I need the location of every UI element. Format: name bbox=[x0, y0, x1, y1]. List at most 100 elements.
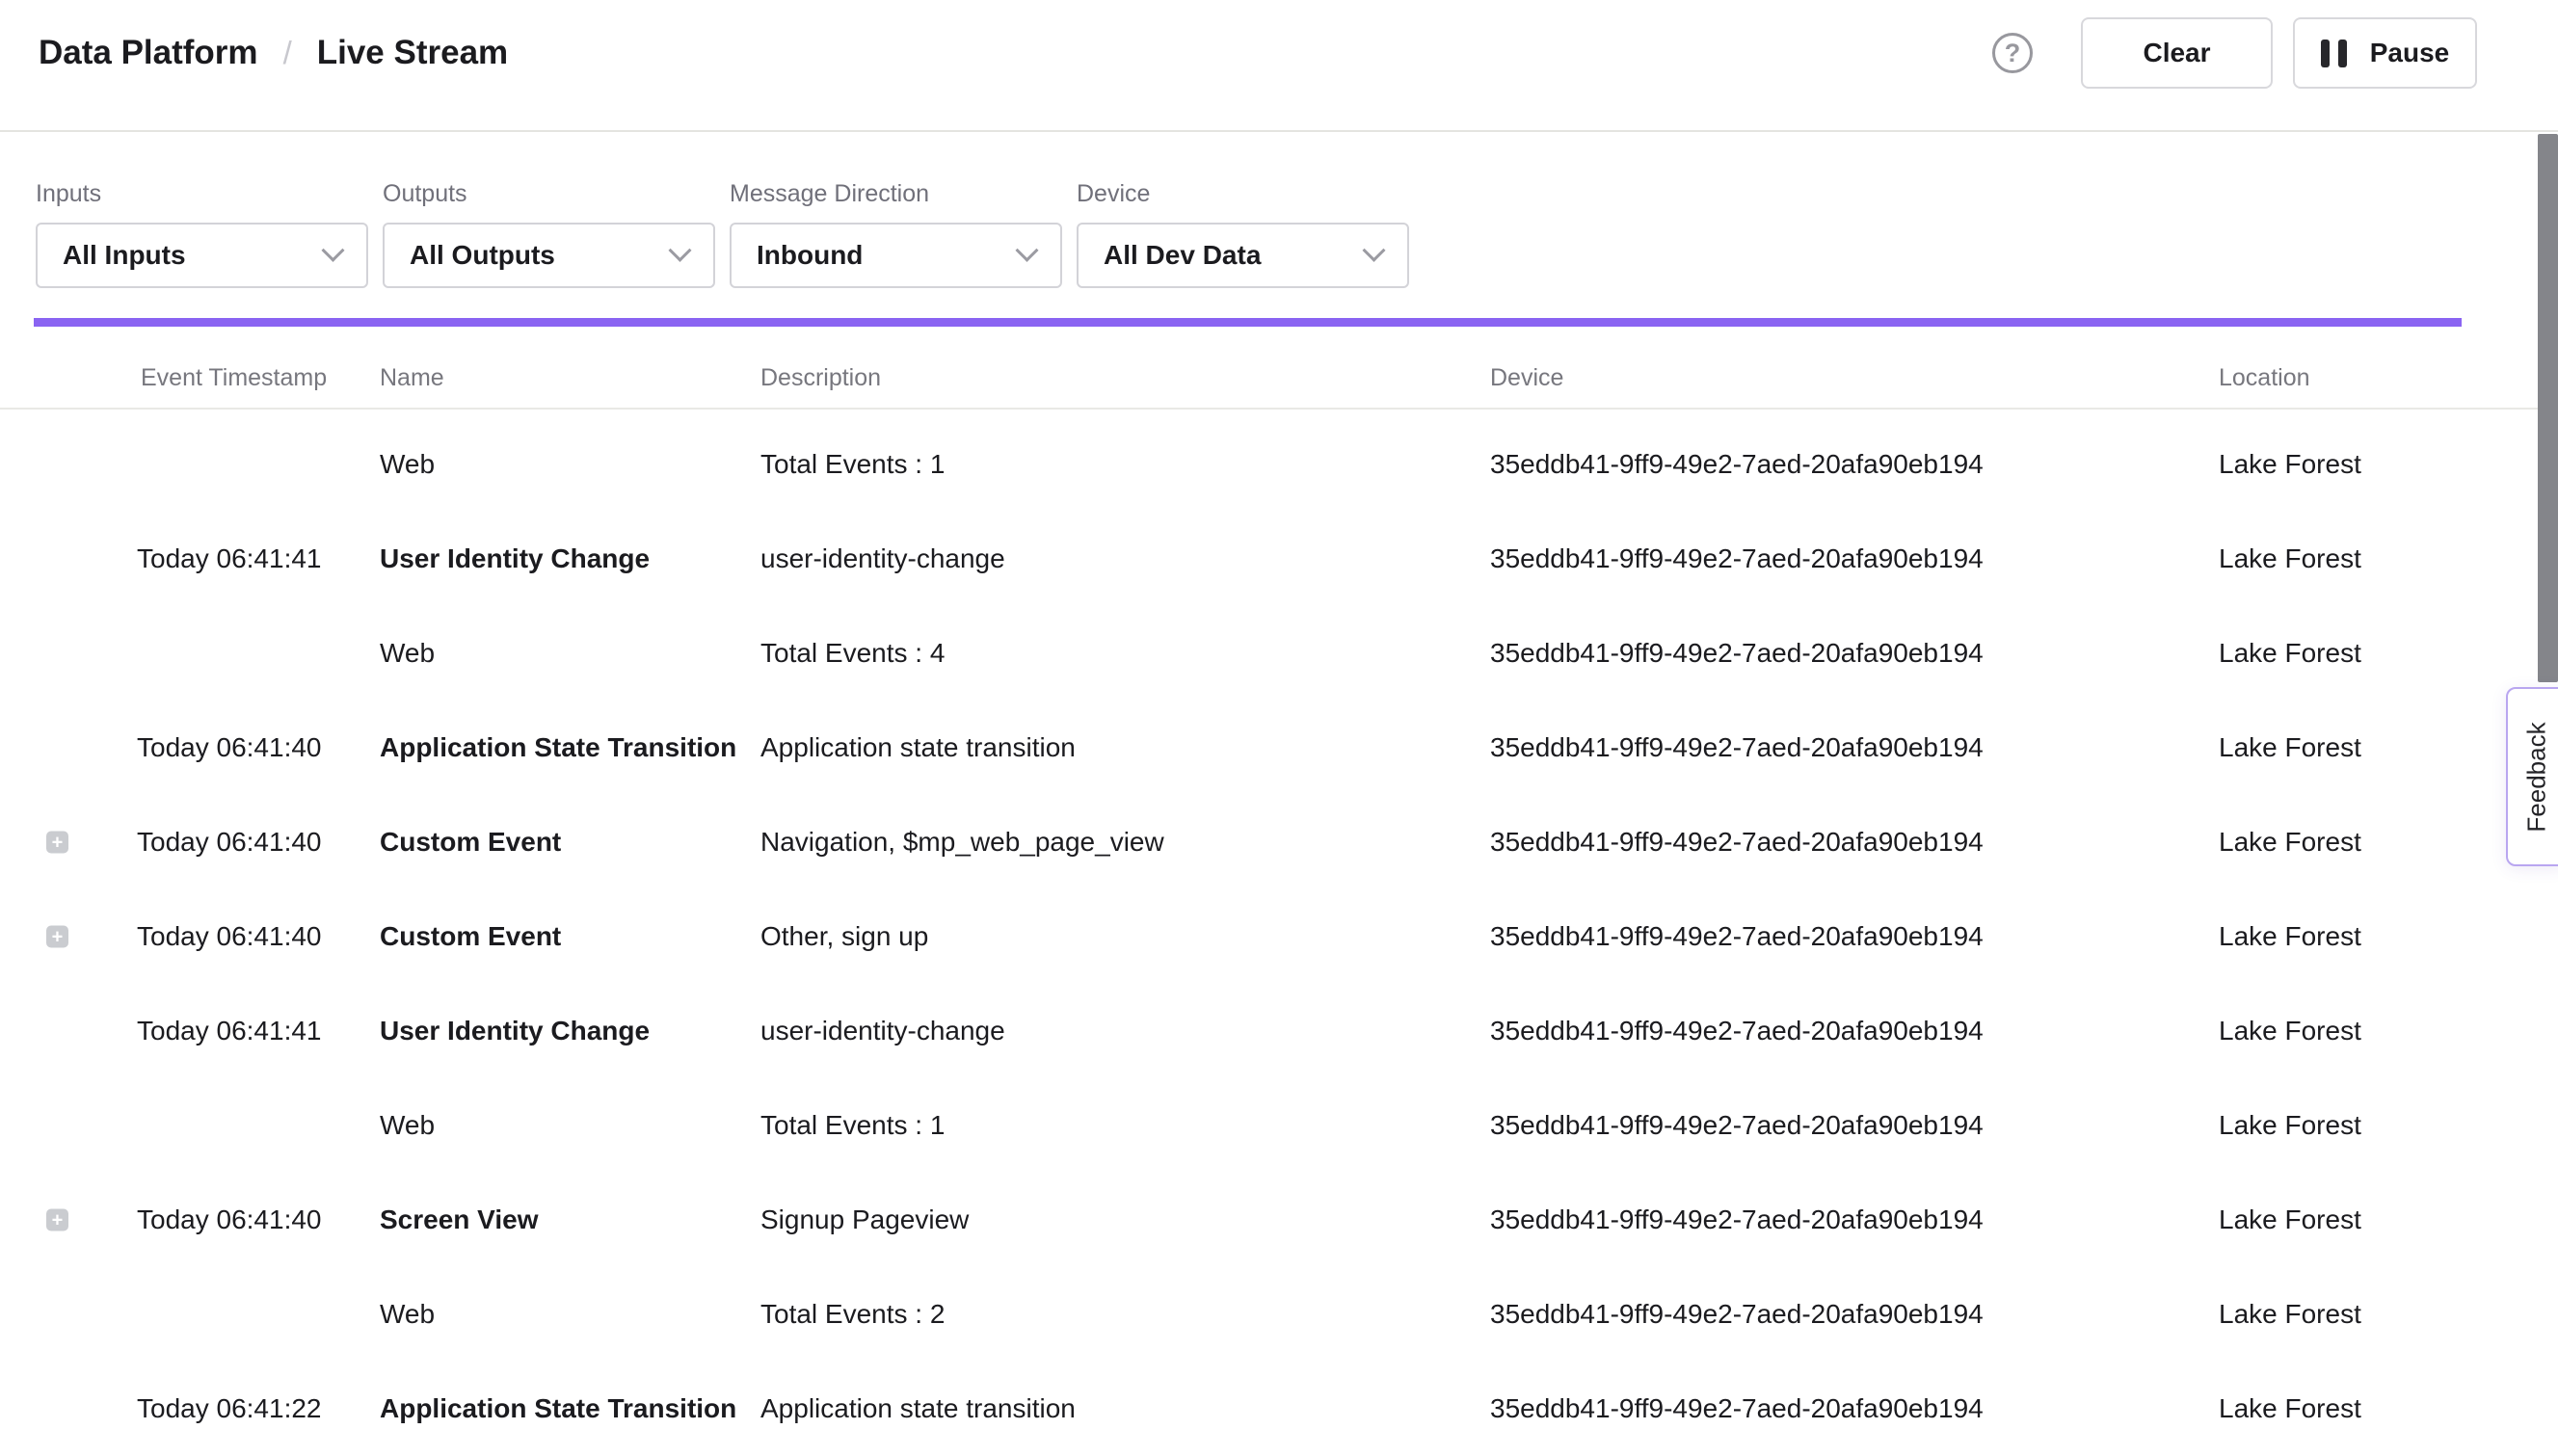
column-header: Device bbox=[1490, 364, 1563, 392]
cell-name: Web bbox=[380, 1299, 435, 1330]
cell-description: Application state transition bbox=[760, 1393, 1076, 1424]
chevron-down-icon bbox=[1362, 238, 1385, 261]
cell-description: user-identity-change bbox=[760, 543, 1005, 574]
cell-description: Application state transition bbox=[760, 732, 1076, 763]
table-row: Web Total Events : 1 35eddb41-9ff9-49e2-… bbox=[0, 417, 2558, 512]
cell-location: Lake Forest bbox=[2219, 449, 2361, 480]
cell-device: 35eddb41-9ff9-49e2-7aed-20afa90eb194 bbox=[1490, 1393, 1984, 1424]
cell-device: 35eddb41-9ff9-49e2-7aed-20afa90eb194 bbox=[1490, 638, 1984, 669]
cell-description: Other, sign up bbox=[760, 921, 928, 952]
table-row: Today 06:41:41 User Identity Change user… bbox=[0, 984, 2558, 1078]
table-row: Today 06:41:41 User Identity Change user… bbox=[0, 512, 2558, 606]
pause-button[interactable]: Pause bbox=[2293, 17, 2477, 89]
filter-dropdown[interactable]: All Dev Data bbox=[1077, 223, 1409, 288]
cell-name: Screen View bbox=[380, 1205, 538, 1235]
cell-name: Web bbox=[380, 1110, 435, 1141]
table-row: + Today 06:41:40 Screen View Signup Page… bbox=[0, 1173, 2558, 1267]
accent-divider bbox=[34, 318, 2462, 327]
column-header: Event Timestamp bbox=[141, 364, 327, 392]
filter-label: Inputs bbox=[36, 180, 368, 208]
cell-device: 35eddb41-9ff9-49e2-7aed-20afa90eb194 bbox=[1490, 921, 1984, 952]
cell-name: User Identity Change bbox=[380, 1016, 650, 1046]
cell-location: Lake Forest bbox=[2219, 1016, 2361, 1046]
cell-name: Web bbox=[380, 638, 435, 669]
filter: Outputs All Outputs bbox=[383, 180, 715, 288]
table-row: + Today 06:41:40 Custom Event Navigation… bbox=[0, 795, 2558, 889]
expand-row-button[interactable]: + bbox=[46, 926, 68, 948]
cell-device: 35eddb41-9ff9-49e2-7aed-20afa90eb194 bbox=[1490, 827, 1984, 858]
filter-dropdown[interactable]: Inbound bbox=[730, 223, 1062, 288]
cell-name: Web bbox=[380, 449, 435, 480]
cell-device: 35eddb41-9ff9-49e2-7aed-20afa90eb194 bbox=[1490, 1205, 1984, 1235]
column-header: Location bbox=[2219, 364, 2310, 392]
filter: Device All Dev Data bbox=[1077, 180, 1409, 288]
filter-label: Message Direction bbox=[730, 180, 1062, 208]
cell-name: Custom Event bbox=[380, 921, 561, 952]
app-header: Data Platform / Live Stream ? Clear Paus… bbox=[0, 0, 2558, 132]
cell-description: Navigation, $mp_web_page_view bbox=[760, 827, 1164, 858]
cell-device: 35eddb41-9ff9-49e2-7aed-20afa90eb194 bbox=[1490, 732, 1984, 763]
column-header: Description bbox=[760, 364, 881, 392]
filters-section: Inputs All Inputs Outputs All Outputs Me… bbox=[0, 134, 2558, 288]
feedback-tab[interactable]: Feedback bbox=[2506, 687, 2558, 866]
breadcrumb-live-stream[interactable]: Live Stream bbox=[317, 34, 508, 72]
cell-location: Lake Forest bbox=[2219, 921, 2361, 952]
chevron-down-icon bbox=[668, 238, 691, 261]
table-body: Web Total Events : 1 35eddb41-9ff9-49e2-… bbox=[0, 410, 2558, 1456]
help-icon[interactable]: ? bbox=[1992, 33, 2033, 73]
cell-description: Total Events : 4 bbox=[760, 638, 945, 669]
filter-dropdown[interactable]: All Outputs bbox=[383, 223, 715, 288]
cell-location: Lake Forest bbox=[2219, 732, 2361, 763]
feedback-tab-label: Feedback bbox=[2522, 722, 2552, 832]
vertical-scrollbar-thumb[interactable] bbox=[2538, 134, 2558, 682]
cell-description: Signup Pageview bbox=[760, 1205, 969, 1235]
pause-button-label: Pause bbox=[2370, 38, 2450, 68]
table-row: Web Total Events : 1 35eddb41-9ff9-49e2-… bbox=[0, 1078, 2558, 1173]
clear-button[interactable]: Clear bbox=[2081, 17, 2273, 89]
table-row: Today 06:41:40 Application State Transit… bbox=[0, 701, 2558, 795]
cell-location: Lake Forest bbox=[2219, 1393, 2361, 1424]
breadcrumb-data-platform[interactable]: Data Platform bbox=[39, 34, 258, 72]
column-header: Name bbox=[380, 364, 444, 392]
table-row: + Today 06:41:40 Custom Event Other, sig… bbox=[0, 889, 2558, 984]
filter: Inputs All Inputs bbox=[36, 180, 368, 288]
cell-location: Lake Forest bbox=[2219, 827, 2361, 858]
cell-device: 35eddb41-9ff9-49e2-7aed-20afa90eb194 bbox=[1490, 1016, 1984, 1046]
chevron-down-icon bbox=[1015, 238, 1038, 261]
cell-name: Application State Transition bbox=[380, 1393, 736, 1424]
cell-location: Lake Forest bbox=[2219, 1299, 2361, 1330]
header-actions: ? Clear Pause bbox=[1992, 17, 2477, 89]
filters-row: Inputs All Inputs Outputs All Outputs Me… bbox=[0, 134, 2558, 288]
breadcrumb: Data Platform / Live Stream bbox=[39, 34, 508, 72]
cell-name: User Identity Change bbox=[380, 543, 650, 574]
filter-dropdown[interactable]: All Inputs bbox=[36, 223, 368, 288]
filter-dropdown-value: All Outputs bbox=[410, 240, 555, 271]
cell-device: 35eddb41-9ff9-49e2-7aed-20afa90eb194 bbox=[1490, 543, 1984, 574]
chevron-down-icon bbox=[321, 238, 344, 261]
cell-event-timestamp: Today 06:41:40 bbox=[137, 732, 322, 763]
cell-description: Total Events : 2 bbox=[760, 1299, 945, 1330]
cell-description: Total Events : 1 bbox=[760, 1110, 945, 1141]
pause-icon bbox=[2321, 40, 2347, 67]
cell-device: 35eddb41-9ff9-49e2-7aed-20afa90eb194 bbox=[1490, 449, 1984, 480]
cell-location: Lake Forest bbox=[2219, 638, 2361, 669]
cell-event-timestamp: Today 06:41:40 bbox=[137, 1205, 322, 1235]
cell-description: Total Events : 1 bbox=[760, 449, 945, 480]
cell-name: Application State Transition bbox=[380, 732, 736, 763]
table-header-row: Event Timestamp Name Description Device … bbox=[0, 327, 2558, 410]
cell-name: Custom Event bbox=[380, 827, 561, 858]
cell-device: 35eddb41-9ff9-49e2-7aed-20afa90eb194 bbox=[1490, 1110, 1984, 1141]
filter-label: Outputs bbox=[383, 180, 715, 208]
cell-event-timestamp: Today 06:41:40 bbox=[137, 921, 322, 952]
table-row: Web Total Events : 2 35eddb41-9ff9-49e2-… bbox=[0, 1267, 2558, 1362]
filter: Message Direction Inbound bbox=[730, 180, 1062, 288]
cell-device: 35eddb41-9ff9-49e2-7aed-20afa90eb194 bbox=[1490, 1299, 1984, 1330]
table-row: Web Total Events : 4 35eddb41-9ff9-49e2-… bbox=[0, 606, 2558, 701]
cell-location: Lake Forest bbox=[2219, 1205, 2361, 1235]
expand-row-button[interactable]: + bbox=[46, 832, 68, 854]
filter-label: Device bbox=[1077, 180, 1409, 208]
cell-location: Lake Forest bbox=[2219, 1110, 2361, 1141]
expand-row-button[interactable]: + bbox=[46, 1209, 68, 1231]
cell-location: Lake Forest bbox=[2219, 543, 2361, 574]
cell-event-timestamp: Today 06:41:40 bbox=[137, 827, 322, 858]
